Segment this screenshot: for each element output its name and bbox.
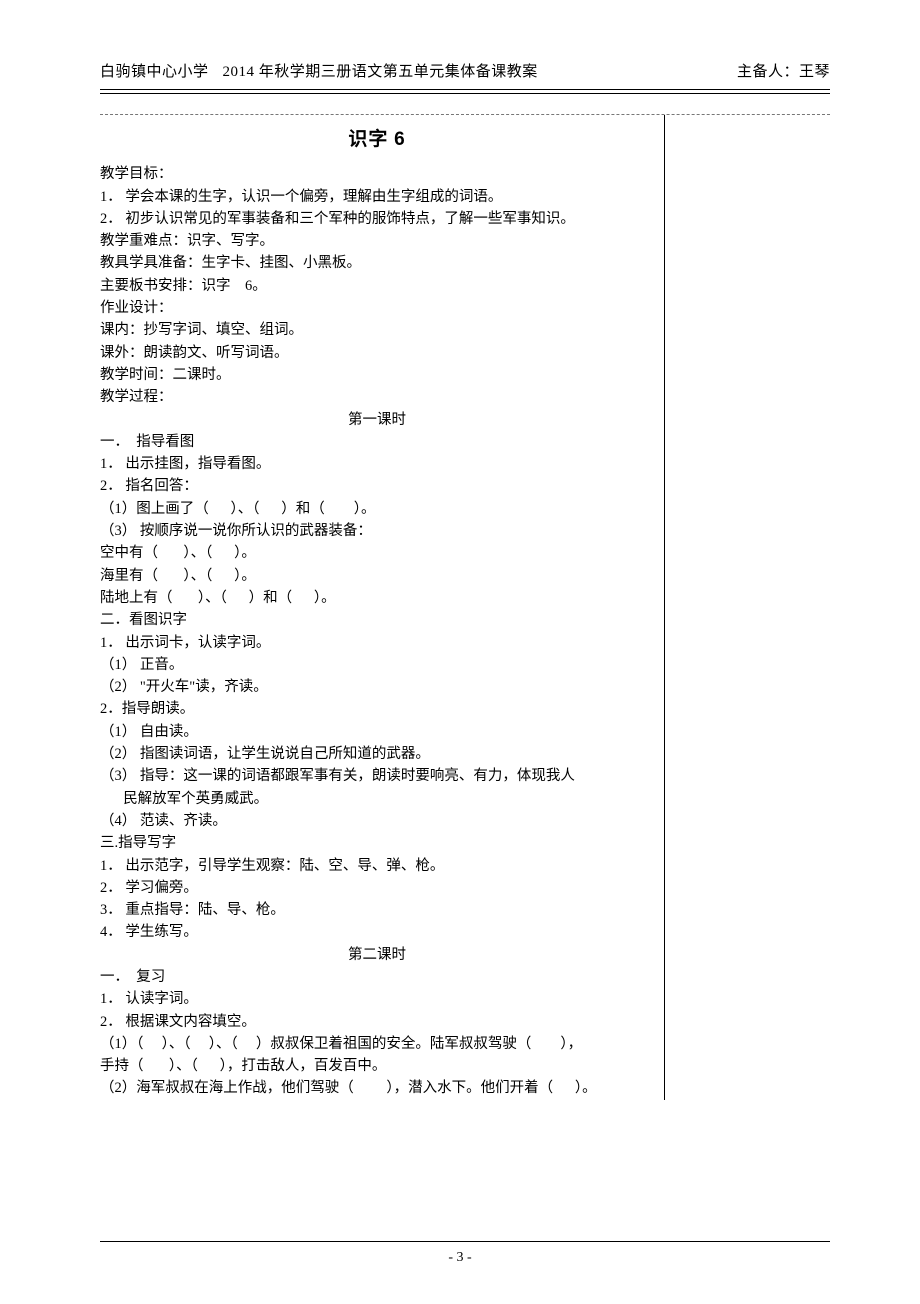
content-area: 识字 6 教学目标：1． 学会本课的生字，认识一个偏旁，理解由生字组成的词语。2…: [100, 114, 830, 1100]
text-line: 手持（ ）、（ ），打击敌人，百发百中。: [100, 1055, 654, 1077]
text-line: 空中有（ ）、（ ）。: [100, 542, 654, 564]
text-line: 课外：朗读韵文、听写词语。: [100, 342, 654, 364]
text-line: 教具学具准备：生字卡、挂图、小黑板。: [100, 252, 654, 274]
text-line: 2． 初步认识常见的军事装备和三个军种的服饰特点，了解一些军事知识。: [100, 208, 654, 230]
header-preparer: 主备人：王琴: [737, 60, 830, 81]
text-line: 一． 复习: [100, 966, 654, 988]
text-line: 1． 学会本课的生字，认识一个偏旁，理解由生字组成的词语。: [100, 186, 654, 208]
text-line: 作业设计：: [100, 297, 654, 319]
text-line: 主要板书安排：识字 6。: [100, 275, 654, 297]
page-number: - 3 -: [0, 1250, 920, 1266]
lesson-title: 识字 6: [100, 129, 654, 151]
text-line: 2．指导朗读。: [100, 698, 654, 720]
page: 白驹镇中心小学 2014 年秋学期三册语文第五单元集体备课教案 主备人：王琴 识字…: [0, 0, 920, 1304]
main-column: 识字 6 教学目标：1． 学会本课的生字，认识一个偏旁，理解由生字组成的词语。2…: [100, 115, 665, 1100]
text-line: 4． 学生练写。: [100, 921, 654, 943]
body-text: 教学目标：1． 学会本课的生字，认识一个偏旁，理解由生字组成的词语。2． 初步认…: [100, 163, 654, 1099]
text-line: 海里有（ ）、（ ）。: [100, 565, 654, 587]
text-line: （2）海军叔叔在海上作战，他们驾驶（ ），潜入水下。他们开着（ ）。: [100, 1077, 654, 1099]
school-name: 白驹镇中心小学: [100, 64, 209, 80]
text-line: 教学重难点：识字、写字。: [100, 230, 654, 252]
text-line: （1） 自由读。: [100, 721, 654, 743]
text-line: 第二课时: [100, 944, 654, 966]
title-prefix: 识字: [348, 129, 388, 150]
footer-rule: [100, 1241, 830, 1242]
header-left: 白驹镇中心小学 2014 年秋学期三册语文第五单元集体备课教案: [100, 60, 538, 81]
text-line: 民解放军个英勇威武。: [100, 788, 654, 810]
text-line: 1． 出示词卡，认读字词。: [100, 632, 654, 654]
text-line: 三.指导写字: [100, 832, 654, 854]
text-line: 3． 重点指导：陆、导、枪。: [100, 899, 654, 921]
text-line: 1． 认读字词。: [100, 988, 654, 1010]
text-line: 陆地上有（ ）、（ ）和（ ）。: [100, 587, 654, 609]
term-info: 2014 年秋学期三册语文第五单元集体备课教案: [223, 64, 538, 80]
text-line: 教学过程：: [100, 386, 654, 408]
text-line: （3） 指导：这一课的词语都跟军事有关，朗读时要响亮、有力，体现我人: [100, 765, 654, 787]
text-line: （2） 指图读词语，让学生说说自己所知道的武器。: [100, 743, 654, 765]
text-line: 课内：抄写字词、填空、组词。: [100, 319, 654, 341]
text-line: 1． 出示范字，引导学生观察：陆、空、导、弹、枪。: [100, 855, 654, 877]
text-line: 教学时间：二课时。: [100, 364, 654, 386]
text-line: （1）（ ）、（ ）、（ ）叔叔保卫着祖国的安全。陆军叔叔驾驶（ ），: [100, 1033, 654, 1055]
text-line: 二．看图识字: [100, 609, 654, 631]
text-line: （1） 正音。: [100, 654, 654, 676]
page-header: 白驹镇中心小学 2014 年秋学期三册语文第五单元集体备课教案 主备人：王琴: [100, 60, 830, 87]
text-line: 2． 指名回答：: [100, 475, 654, 497]
title-number: 6: [394, 129, 406, 150]
text-line: （3） 按顺序说一说你所认识的武器装备：: [100, 520, 654, 542]
text-line: （1）图上画了（ ）、（ ）和（ ）。: [100, 498, 654, 520]
text-line: 第一课时: [100, 409, 654, 431]
text-line: （2） "开火车"读，齐读。: [100, 676, 654, 698]
text-line: 教学目标：: [100, 163, 654, 185]
notes-column: [665, 115, 830, 1100]
header-rule: [100, 89, 830, 94]
text-line: 一． 指导看图: [100, 431, 654, 453]
text-line: 2． 学习偏旁。: [100, 877, 654, 899]
text-line: 2． 根据课文内容填空。: [100, 1011, 654, 1033]
text-line: 1． 出示挂图，指导看图。: [100, 453, 654, 475]
text-line: （4） 范读、齐读。: [100, 810, 654, 832]
